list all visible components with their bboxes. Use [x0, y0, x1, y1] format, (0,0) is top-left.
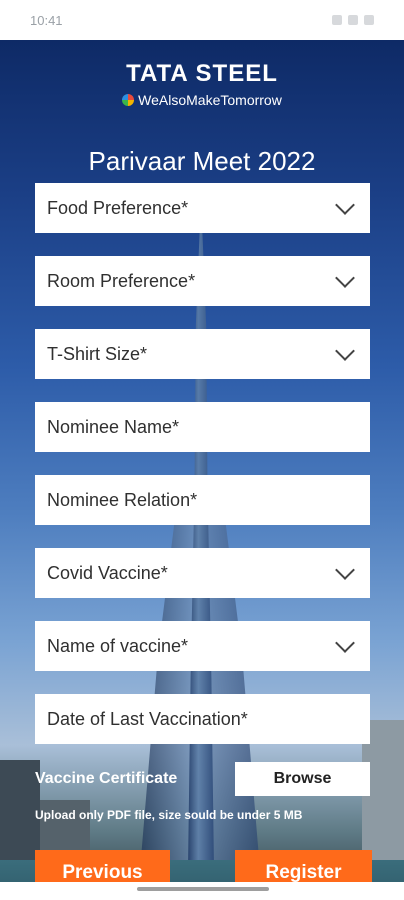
logo-wordmark: TATA STEEL [126, 60, 278, 87]
status-icons [332, 15, 374, 25]
status-time: 10:41 [30, 12, 63, 28]
upload-hint: Upload only PDF file, size sould be unde… [35, 808, 303, 822]
tagline-text: WeAlsoMakeTomorrow [138, 92, 282, 108]
brand-mark-icon [122, 94, 135, 106]
last-vaccination-date-input[interactable]: Date of Last Vaccination* [35, 694, 370, 744]
select-label: Covid Vaccine* [47, 562, 168, 583]
battery-icon [364, 15, 374, 25]
system-nav-bar [0, 882, 404, 900]
status-bar: 10:41 [0, 0, 404, 40]
wifi-icon [332, 15, 342, 25]
select-label: Room Preference* [47, 270, 196, 291]
home-gesture-handle[interactable] [137, 887, 269, 891]
brand-logo: TATA STEEL WeAlsoMakeTomorrow [0, 60, 404, 108]
vaccine-certificate-row: Vaccine Certificate Browse [35, 762, 370, 796]
vaccine-name-select[interactable]: Name of vaccine* [35, 621, 370, 671]
select-label: Food Preference* [47, 197, 189, 218]
chevron-down-icon [335, 633, 355, 653]
tshirt-size-select[interactable]: T-Shirt Size* [35, 329, 370, 379]
logo-tagline: WeAlsoMakeTomorrow [0, 92, 404, 108]
input-placeholder: Nominee Name* [47, 416, 180, 437]
covid-vaccine-select[interactable]: Covid Vaccine* [35, 548, 370, 598]
vaccine-certificate-label: Vaccine Certificate [35, 770, 178, 787]
signal-icon [348, 15, 358, 25]
room-preference-select[interactable]: Room Preference* [35, 256, 370, 306]
food-preference-select[interactable]: Food Preference* [35, 183, 370, 233]
chevron-down-icon [335, 268, 355, 288]
browse-button[interactable]: Browse [235, 762, 370, 796]
select-label: T-Shirt Size* [47, 343, 148, 364]
select-label: Name of vaccine* [47, 635, 189, 656]
nominee-name-input[interactable]: Nominee Name* [35, 402, 370, 452]
input-placeholder: Date of Last Vaccination* [47, 708, 248, 729]
chevron-down-icon [335, 341, 355, 361]
chevron-down-icon [335, 560, 355, 580]
nominee-relation-input[interactable]: Nominee Relation* [35, 475, 370, 525]
input-placeholder: Nominee Relation* [47, 489, 198, 510]
page-title: Parivaar Meet 2022 [88, 146, 316, 176]
chevron-down-icon [335, 195, 355, 215]
